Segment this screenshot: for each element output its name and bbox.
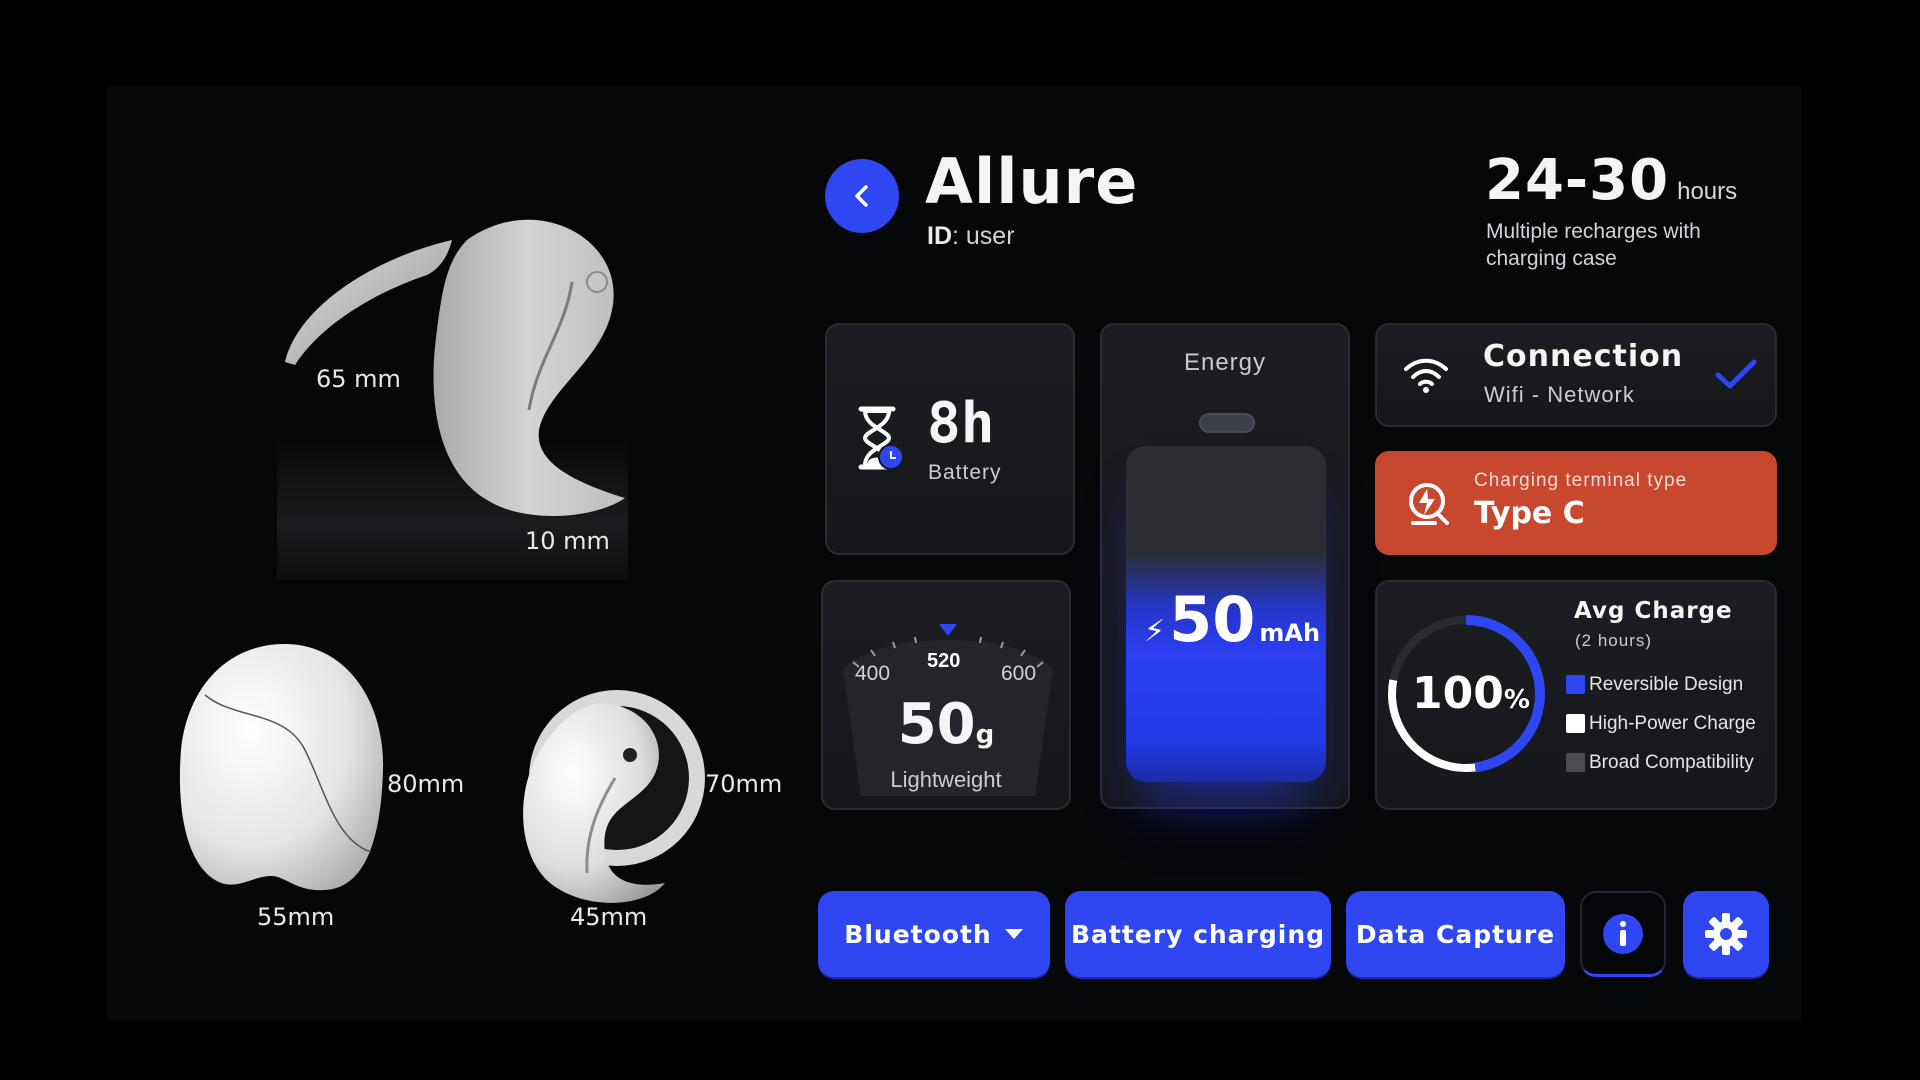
energy-readout: ⚡ 50 mAh bbox=[1144, 583, 1320, 656]
energy-label: Energy bbox=[1183, 349, 1267, 376]
connection-title: Connection bbox=[1483, 339, 1684, 374]
legend-item: Reversible Design bbox=[1566, 665, 1756, 704]
battery-hours-unit: hours bbox=[1677, 178, 1738, 205]
legend-label: Reversible Design bbox=[1589, 673, 1744, 695]
hook-thickness-label: 10 mm bbox=[525, 527, 610, 555]
hourglass-icon bbox=[858, 406, 904, 470]
legend-item: High-Power Charge bbox=[1566, 704, 1756, 743]
weight-unit: g bbox=[975, 720, 995, 750]
connection-subtitle: Wifi - Network bbox=[1484, 382, 1635, 407]
gear-icon bbox=[1705, 913, 1747, 955]
data-capture-button-label: Data Capture bbox=[1355, 919, 1556, 949]
legend-item: Broad Compatibility bbox=[1566, 743, 1756, 782]
energy-unit: mAh bbox=[1259, 619, 1321, 647]
energy-value: 50 bbox=[1169, 583, 1256, 656]
battery-value: 8h bbox=[927, 391, 995, 456]
weight-label: Lightweight bbox=[890, 767, 1002, 792]
earbud-width-label: 45mm bbox=[570, 903, 648, 931]
shell-render-image bbox=[179, 644, 384, 891]
earbud-render-image bbox=[523, 690, 705, 903]
battery-charging-button[interactable]: Battery charging bbox=[1065, 891, 1331, 977]
legend-swatch bbox=[1566, 675, 1585, 694]
earbud-height-label: 70mm bbox=[705, 770, 783, 798]
avg-charge-value: 100 bbox=[1412, 668, 1504, 719]
connection-card[interactable]: Connection Wifi - Network bbox=[1375, 323, 1777, 427]
check-icon bbox=[1715, 359, 1757, 389]
device-title: Allure bbox=[925, 145, 1139, 218]
shell-width-label: 55mm bbox=[257, 903, 335, 931]
battery-hours-description: Multiple recharges with charging case bbox=[1486, 220, 1701, 270]
avg-charge-readout: 100% bbox=[1412, 668, 1530, 719]
battery-hours-value: 24-30 bbox=[1485, 148, 1670, 213]
legend-label: Broad Compatibility bbox=[1589, 751, 1754, 773]
device-id: ID: user bbox=[927, 222, 1015, 251]
shell-height-label: 80mm bbox=[387, 770, 465, 798]
avg-charge-legend: Reversible Design High-Power Charge Broa… bbox=[1566, 665, 1756, 782]
legend-label: High-Power Charge bbox=[1589, 712, 1756, 734]
bluetooth-button-label: Bluetooth bbox=[844, 919, 992, 949]
charging-terminal-type: Type C bbox=[1474, 496, 1585, 531]
avg-charge-card[interactable]: 100% Avg Charge (2 hours) Reversible Des… bbox=[1375, 580, 1777, 810]
avg-charge-unit: % bbox=[1503, 685, 1530, 715]
charging-terminal-card[interactable]: Charging terminal type Type C bbox=[1375, 451, 1777, 555]
caret-down-icon bbox=[1004, 929, 1023, 939]
battery-label: Battery bbox=[928, 461, 1002, 484]
charging-terminal-subtitle: Charging terminal type bbox=[1474, 470, 1688, 491]
hook-length-label: 65 mm bbox=[316, 365, 401, 393]
weight-scale-right: 600 bbox=[1001, 662, 1037, 685]
charging-plug-icon bbox=[1409, 483, 1449, 525]
weight-scale-mid: 520 bbox=[927, 650, 961, 672]
settings-button[interactable] bbox=[1683, 891, 1769, 977]
avg-charge-subtitle: (2 hours) bbox=[1575, 631, 1653, 650]
energy-card[interactable]: Energy ⚡ 50 mAh bbox=[1100, 323, 1350, 809]
device-id-label: ID bbox=[927, 222, 952, 250]
bolt-icon: ⚡ bbox=[1144, 615, 1166, 648]
chevron-left-icon bbox=[855, 185, 868, 207]
battery-charging-button-label: Battery charging bbox=[1070, 919, 1326, 949]
weight-card[interactable]: 400 520 600 50g Lightweight bbox=[821, 580, 1071, 810]
weight-value: 50 bbox=[897, 692, 976, 757]
weight-readout: 50g bbox=[823, 692, 1069, 757]
legend-swatch bbox=[1566, 753, 1585, 772]
info-button[interactable] bbox=[1580, 891, 1666, 977]
data-capture-button[interactable]: Data Capture bbox=[1346, 891, 1565, 977]
bluetooth-dropdown-button[interactable]: Bluetooth bbox=[818, 891, 1050, 977]
legend-swatch bbox=[1566, 714, 1585, 733]
weight-scale-left: 400 bbox=[855, 662, 891, 685]
battery-terminal bbox=[1199, 413, 1255, 433]
device-id-value: : user bbox=[952, 222, 1015, 250]
battery-hours: 24-30 hours bbox=[1485, 148, 1737, 213]
info-icon bbox=[1603, 913, 1643, 954]
avg-charge-title: Avg Charge bbox=[1574, 598, 1733, 624]
wifi-icon bbox=[1404, 358, 1448, 393]
back-button[interactable] bbox=[825, 159, 899, 233]
battery-card[interactable]: 8h Battery bbox=[825, 323, 1075, 555]
